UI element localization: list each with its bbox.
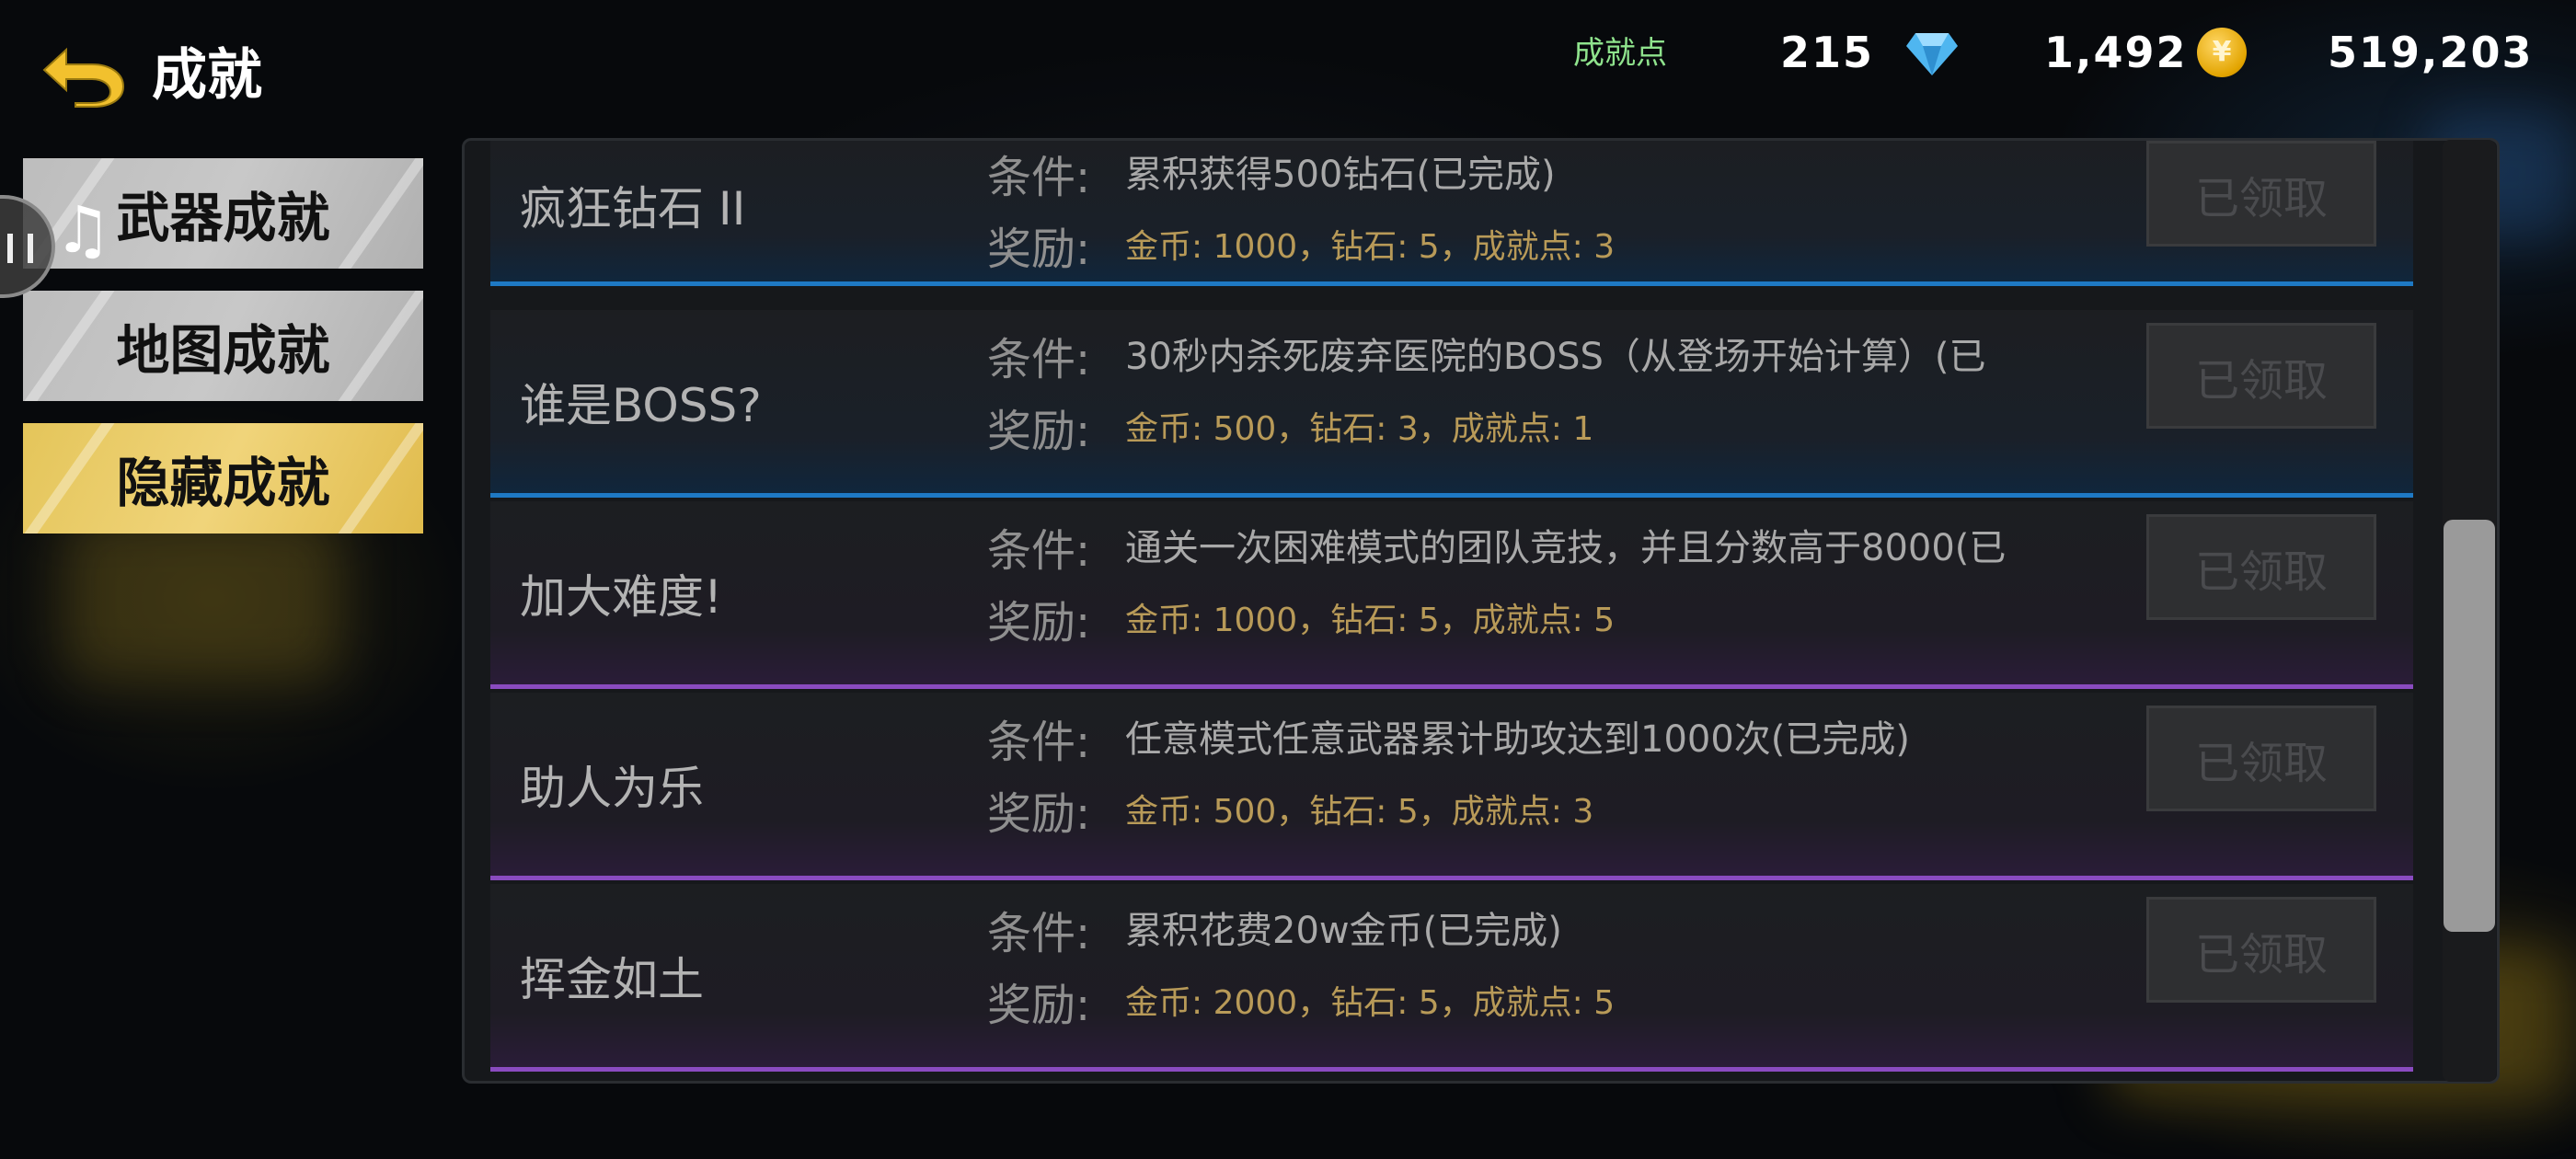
reward-text: 金币: 2000，钻石: 5，成就点: 5	[1125, 984, 1616, 1022]
achievement-points-label: 成就点	[1573, 35, 1667, 72]
gold-value: 519,203	[2328, 28, 2534, 77]
claimed-button[interactable]: 已领取	[2146, 323, 2376, 429]
tab-map-achievements[interactable]: 地图成就	[23, 291, 423, 401]
reward-label: 奖励:	[987, 597, 1091, 648]
background-blur	[64, 515, 340, 681]
list-item: 谁是BOSS? 条件: 30秒内杀死废弃医院的BOSS（从登场开始计算）(已 奖…	[490, 310, 2413, 498]
claimed-button[interactable]: 已领取	[2146, 706, 2376, 811]
reward-text: 金币: 1000，钻石: 5，成就点: 5	[1125, 602, 1616, 639]
claimed-button[interactable]: 已领取	[2146, 514, 2376, 620]
achievement-name: 疯狂钻石 II	[520, 181, 746, 235]
achievement-name: 谁是BOSS?	[520, 378, 762, 432]
condition-label: 条件:	[987, 717, 1091, 768]
reward-label: 奖励:	[987, 224, 1091, 275]
condition-text: 通关一次困难模式的团队竞技，并且分数高于8000(已	[1125, 527, 2007, 569]
achievement-name: 加大难度!	[520, 569, 723, 624]
reward-label: 奖励:	[987, 788, 1091, 840]
condition-text: 累积获得500钻石(已完成)	[1125, 154, 1556, 196]
reward-text: 金币: 1000，钻石: 5，成就点: 3	[1125, 228, 1616, 266]
condition-label: 条件:	[987, 525, 1091, 577]
back-button[interactable]	[37, 39, 129, 112]
list-scrollbar-thumb[interactable]	[2444, 520, 2495, 932]
condition-text: 任意模式任意武器累计助攻达到1000次(已完成)	[1125, 718, 1911, 761]
achievement-name: 挥金如土	[520, 952, 704, 1006]
reward-text: 金币: 500，钻石: 3，成就点: 1	[1125, 410, 1594, 448]
gold-coin-icon: ¥	[2197, 28, 2247, 77]
tab-label: 地图成就	[116, 319, 330, 382]
reward-text: 金币: 500，钻石: 5，成就点: 3	[1125, 793, 1594, 831]
tab-label: 武器成就	[116, 187, 330, 249]
diamonds-value: 1,492	[2044, 28, 2188, 77]
condition-label: 条件:	[987, 908, 1091, 959]
condition-label: 条件:	[987, 334, 1091, 385]
list-item: 助人为乐 条件: 任意模式任意武器累计助攻达到1000次(已完成) 奖励: 金币…	[490, 693, 2413, 880]
list-item: 加大难度! 条件: 通关一次困难模式的团队竞技，并且分数高于8000(已 奖励:…	[490, 501, 2413, 689]
claimed-button[interactable]: 已领取	[2146, 141, 2376, 247]
achievement-points-value: 215	[1780, 28, 1875, 77]
list-item: 疯狂钻石 II 条件: 累积获得500钻石(已完成) 奖励: 金币: 1000，…	[490, 141, 2413, 286]
page-title: 成就	[152, 43, 262, 108]
music-note-icon[interactable]: ♫	[51, 195, 115, 265]
claimed-button[interactable]: 已领取	[2146, 897, 2376, 1003]
list-item: 挥金如土 条件: 累积花费20w金币(已完成) 奖励: 金币: 2000，钻石:…	[490, 884, 2413, 1072]
reward-label: 奖励:	[987, 980, 1091, 1031]
achievement-name: 助人为乐	[520, 761, 704, 815]
diamond-icon	[1906, 33, 1958, 75]
condition-text: 累积花费20w金币(已完成)	[1125, 910, 1562, 952]
reward-label: 奖励:	[987, 406, 1091, 457]
condition-text: 30秒内杀死废弃医院的BOSS（从登场开始计算）(已	[1125, 336, 1986, 378]
achievements-screen: 成就 成就点 215 1,492 ¥ 519,203 武器成就 地图成就 隐藏成…	[0, 0, 2576, 1159]
achievement-list[interactable]: 疯狂钻石 II 条件: 累积获得500钻石(已完成) 奖励: 金币: 1000，…	[462, 138, 2500, 1084]
back-arrow-icon	[42, 47, 125, 108]
tab-label: 隐藏成就	[116, 452, 330, 514]
tab-hidden-achievements[interactable]: 隐藏成就	[23, 423, 423, 534]
condition-label: 条件:	[987, 152, 1091, 203]
